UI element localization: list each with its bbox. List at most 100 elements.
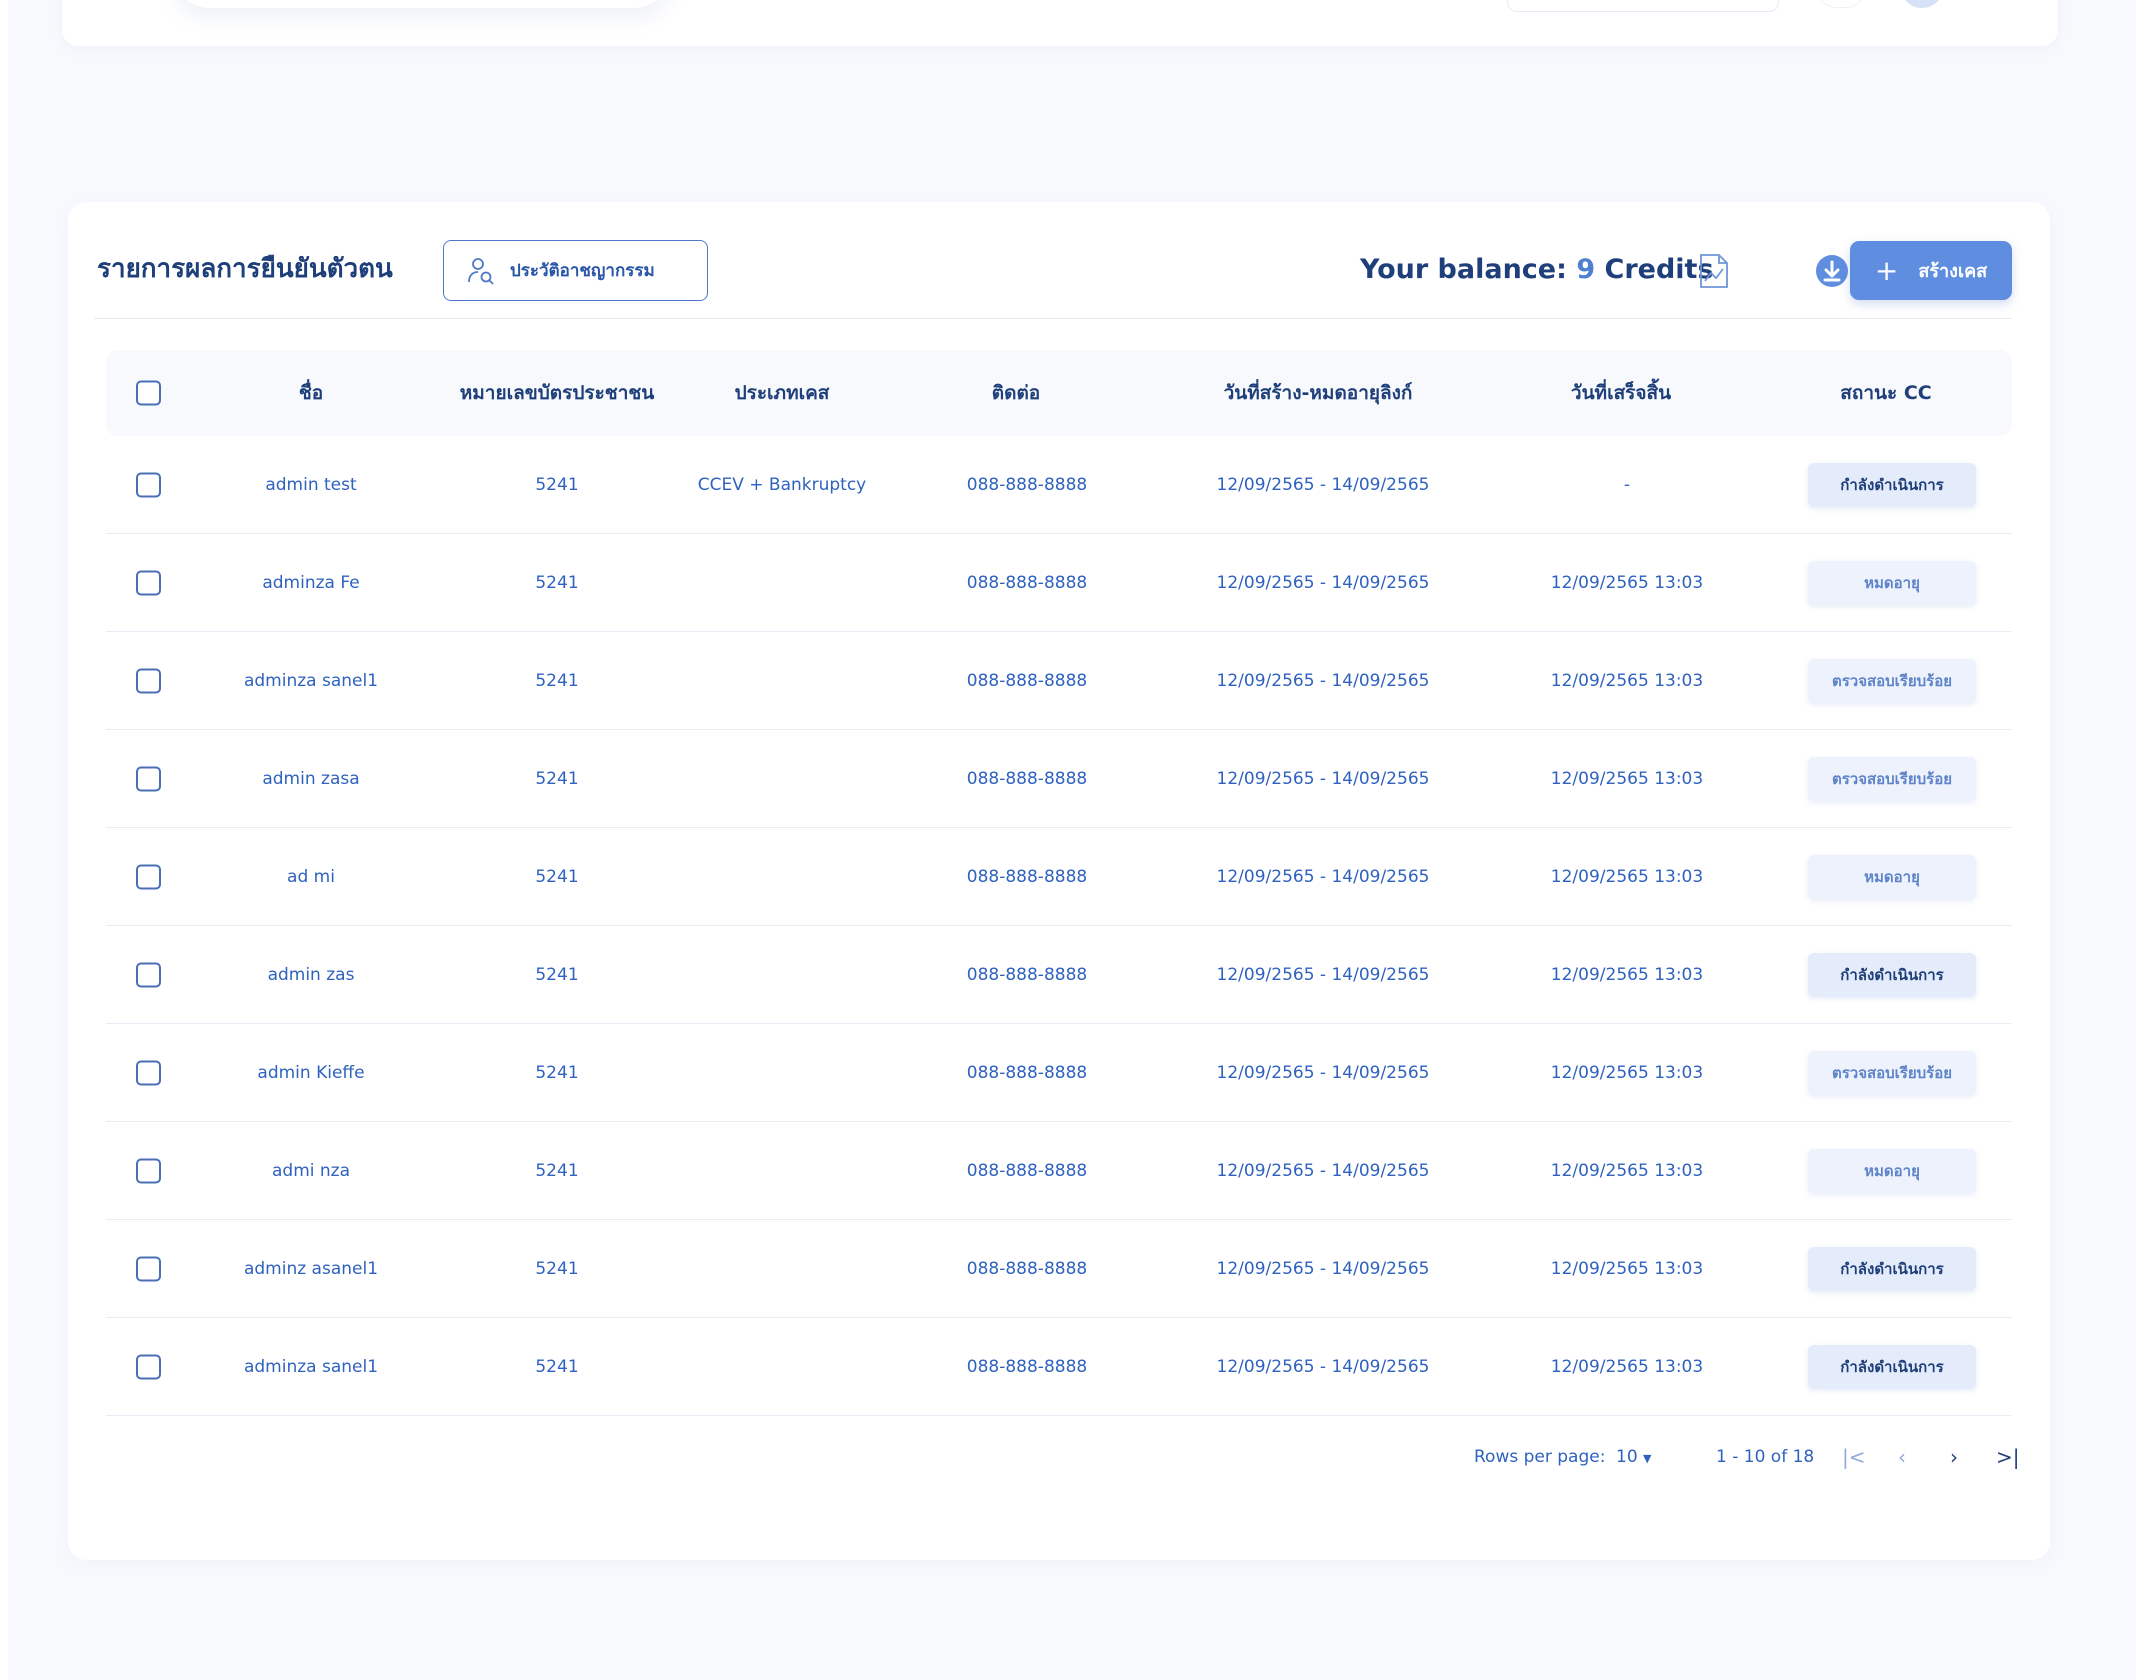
col-header-contact[interactable]: ติดต่อ	[992, 378, 1040, 408]
rows-per-page-select[interactable]: 10 ▼	[1616, 1447, 1652, 1467]
top-header	[62, 0, 2058, 46]
table-row[interactable]: adminza sanel1 5241 088-888-8888 12/09/2565…	[106, 1318, 2012, 1416]
cell-id-card: 5241	[535, 1160, 579, 1181]
cell-contact: 088-888-8888	[966, 1062, 1088, 1083]
cell-name: ad mi	[287, 866, 335, 887]
cell-finished: 12/09/2565 13:03	[1550, 866, 1704, 887]
table-row[interactable]: admi nza 5241 088-888-8888 12/09/2565 - 14/…	[106, 1122, 2012, 1220]
row-checkbox[interactable]	[136, 766, 161, 791]
cell-finished: 12/09/2565 13:03	[1550, 1160, 1704, 1181]
table-row[interactable]: ad mi 5241 088-888-8888 12/09/2565 - 14/09/…	[106, 828, 2012, 926]
cell-id-card: 5241	[535, 1062, 579, 1083]
cell-contact: 088-888-8888	[966, 670, 1088, 691]
col-header-finished[interactable]: วันที่เสร็จสิ้น	[1571, 378, 1671, 408]
row-checkbox[interactable]	[136, 962, 161, 987]
cell-finished: 12/09/2565 13:03	[1550, 670, 1704, 691]
page-title: รายการผลการยืนยันตัวตน	[97, 254, 393, 284]
balance: Your balance: 9 Credits	[1360, 254, 1714, 285]
row-checkbox[interactable]	[136, 1354, 161, 1379]
table-row[interactable]: admin zasa 5241 088-888-8888 12/09/2565 - 1…	[106, 730, 2012, 828]
table-row[interactable]: adminza sanel1 5241 088-888-8888 12/09/2565…	[106, 632, 2012, 730]
row-checkbox[interactable]	[136, 570, 161, 595]
create-case-button[interactable]: + สร้างเคส	[1850, 241, 2012, 300]
cell-dates: 12/09/2565 - 14/09/2565	[1216, 964, 1430, 985]
cell-finished: 12/09/2565 13:03	[1550, 964, 1704, 985]
last-page-button[interactable]: >|	[1996, 1445, 2020, 1469]
row-checkbox[interactable]	[136, 1256, 161, 1281]
caret-down-icon: ▼	[1643, 1452, 1652, 1465]
cell-dates: 12/09/2565 - 14/09/2565	[1216, 572, 1430, 593]
cell-dates: 12/09/2565 - 14/09/2565	[1216, 670, 1430, 691]
cell-id-card: 5241	[535, 1258, 579, 1279]
cell-dates: 12/09/2565 - 14/09/2565	[1216, 768, 1430, 789]
cell-name: adminz asanel1	[243, 1258, 379, 1279]
cell-id-card: 5241	[535, 768, 579, 789]
table-row[interactable]: admin Kieffe 5241 088-888-8888 12/09/2565 -…	[106, 1024, 2012, 1122]
status-badge: ตรวจสอบเรียบร้อย	[1808, 756, 1976, 801]
status-badge: ตรวจสอบเรียบร้อย	[1808, 658, 1976, 703]
col-header-case-type[interactable]: ประเภทเคส	[735, 378, 830, 408]
status-badge: ตรวจสอบเรียบร้อย	[1808, 1050, 1976, 1095]
cell-case-type: CCEV + Bankruptcy	[697, 474, 867, 495]
table-row[interactable]: adminza Fe 5241 088-888-8888 12/09/2565 - 1…	[106, 534, 2012, 632]
cell-contact: 088-888-8888	[966, 964, 1088, 985]
table-row[interactable]: admin zas 5241 088-888-8888 12/09/2565 - 14…	[106, 926, 2012, 1024]
criminal-history-label: ประวัติอาชญากรรม	[510, 261, 655, 281]
status-badge: หมดอายุ	[1808, 560, 1976, 605]
row-checkbox[interactable]	[136, 1060, 161, 1085]
cell-finished: 12/09/2565 13:03	[1550, 1062, 1704, 1083]
cell-dates: 12/09/2565 - 14/09/2565	[1216, 1356, 1430, 1377]
cell-name: admin test	[265, 474, 357, 495]
criminal-history-button[interactable]: ประวัติอาชญากรรม	[443, 240, 708, 301]
first-page-button[interactable]: |<	[1842, 1445, 1866, 1469]
plus-icon: +	[1874, 253, 1899, 287]
balance-amount: 9	[1576, 254, 1596, 285]
rows-per-page-label: Rows per page:	[1474, 1447, 1606, 1467]
cell-contact: 088-888-8888	[966, 474, 1088, 495]
cell-name: admin zasa	[262, 768, 360, 789]
table-body: admin test 5241 CCEV + Bankruptcy 088-888-8…	[106, 436, 2012, 1416]
cell-name: adminza sanel1	[243, 1356, 379, 1377]
select-all-checkbox[interactable]	[136, 380, 161, 406]
results-card: รายการผลการยืนยันตัวตน ประวัติอาชญากรรม …	[68, 202, 2050, 1560]
row-checkbox[interactable]	[136, 1158, 161, 1183]
bell-icon[interactable]	[1817, 0, 1865, 8]
cell-id-card: 5241	[535, 572, 579, 593]
col-header-dates[interactable]: วันที่สร้าง-หมดอายุลิงก์	[1224, 378, 1413, 408]
cell-finished: 12/09/2565 13:03	[1550, 1258, 1704, 1279]
col-header-status[interactable]: สถานะ CC	[1840, 378, 1931, 408]
cell-dates: 12/09/2565 - 14/09/2565	[1216, 1160, 1430, 1181]
cell-id-card: 5241	[535, 866, 579, 887]
table-row[interactable]: admin test 5241 CCEV + Bankruptcy 088-888-8…	[106, 436, 2012, 534]
cell-id-card: 5241	[535, 1356, 579, 1377]
row-checkbox[interactable]	[136, 668, 161, 693]
cell-contact: 088-888-8888	[966, 1258, 1088, 1279]
top-select[interactable]	[1507, 0, 1779, 12]
col-header-name[interactable]: ชื่อ	[299, 378, 323, 408]
divider	[94, 318, 2012, 319]
search-bar[interactable]	[172, 0, 672, 8]
table-row[interactable]: adminz asanel1 5241 088-888-8888 12/09/2565…	[106, 1220, 2012, 1318]
cell-name: adminza sanel1	[243, 670, 379, 691]
col-header-id-card[interactable]: หมายเลขบัตรประชาชน	[460, 378, 655, 408]
avatar[interactable]	[1900, 0, 1944, 8]
cell-name: admin zas	[267, 964, 355, 985]
cell-contact: 088-888-8888	[966, 1160, 1088, 1181]
cell-contact: 088-888-8888	[966, 1356, 1088, 1377]
cell-contact: 088-888-8888	[966, 768, 1088, 789]
row-checkbox[interactable]	[136, 864, 161, 889]
cell-finished: 12/09/2565 13:03	[1550, 768, 1704, 789]
cell-finished: 12/09/2565 13:03	[1550, 572, 1704, 593]
next-page-button[interactable]: ›	[1950, 1445, 1958, 1469]
cell-id-card: 5241	[535, 964, 579, 985]
download-icon[interactable]	[1815, 254, 1849, 288]
status-badge: กำลังดำเนินการ	[1808, 1246, 1976, 1291]
prev-page-button[interactable]: ‹	[1898, 1445, 1906, 1469]
user-search-icon	[468, 257, 494, 285]
row-checkbox[interactable]	[136, 472, 161, 497]
cell-contact: 088-888-8888	[966, 866, 1088, 887]
report-chart-icon[interactable]	[1698, 252, 1730, 290]
create-case-label: สร้างเคส	[1918, 261, 1988, 282]
cell-dates: 12/09/2565 - 14/09/2565	[1216, 474, 1430, 495]
rows-per-page-value: 10	[1616, 1447, 1638, 1467]
